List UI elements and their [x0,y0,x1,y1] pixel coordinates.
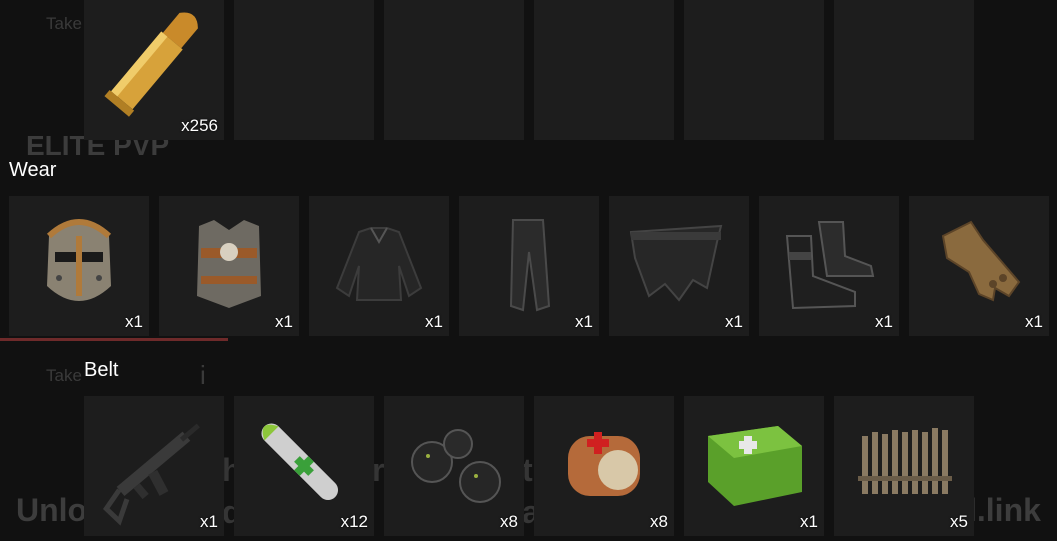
inventory-slot[interactable] [834,0,974,140]
belt-slot-3[interactable]: x8 [384,396,524,536]
belt-slot-4[interactable]: x8 [534,396,674,536]
item-quantity: x256 [181,116,218,135]
inventory-slot[interactable] [684,0,824,140]
belt-section-label: Belt [84,359,119,381]
item-quantity: x8 [500,512,518,531]
item-quantity: x8 [650,512,668,531]
inventory-slot[interactable] [534,0,674,140]
wear-slot-boots[interactable]: x1 [759,196,899,336]
wear-slot-gloves[interactable]: x1 [909,196,1049,336]
item-quantity: x5 [950,512,968,531]
unlock-banner-text: Unlo [16,492,88,528]
inventory-slot[interactable] [384,0,524,140]
belt-slot-5[interactable]: x1 [684,396,824,536]
wear-slot-jacket[interactable]: x1 [309,196,449,336]
inventory-slot[interactable] [234,0,374,140]
item-quantity: x12 [340,512,368,531]
belt-slot-1[interactable]: x1 [84,396,224,536]
item-quantity: x1 [875,312,893,331]
item-quantity: x1 [125,312,143,331]
wear-slot-kilt[interactable]: x1 [609,196,749,336]
inventory-slot[interactable]: x256 [84,0,224,140]
wear-slot-pants[interactable]: x1 [459,196,599,336]
item-quantity: x1 [800,512,818,531]
wear-slot-facemask[interactable]: x1 [9,196,149,336]
item-quantity: x1 [575,312,593,331]
take-all-text: Take [46,14,82,33]
belt-slot-6[interactable]: x5 [834,396,974,536]
item-quantity: x1 [275,312,293,331]
link-banner-text: l.link [968,492,1041,528]
take-all-text-2: Take [46,366,82,385]
item-quantity: x1 [725,312,743,331]
item-quantity: x1 [425,312,443,331]
belt-slot-2[interactable]: x12 [234,396,374,536]
item-quantity: x1 [200,512,218,531]
wear-slot-chestplate[interactable]: x1 [159,196,299,336]
accent-divider [0,338,228,341]
text-cursor: i [200,360,206,390]
wear-section-label: Wear [9,159,57,181]
item-quantity: x1 [1025,312,1043,331]
